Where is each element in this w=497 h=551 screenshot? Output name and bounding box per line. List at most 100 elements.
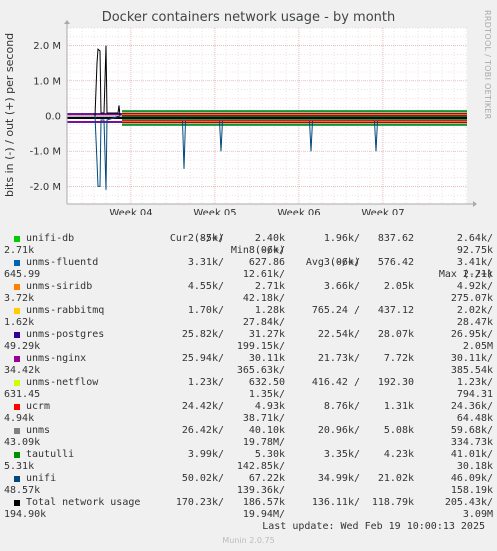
legend-swatch	[14, 428, 20, 434]
legend-min-in: 12.61k/	[242, 269, 285, 280]
legend-min-out: 2.40k	[254, 233, 285, 244]
legend-series-name: unifi-db	[26, 233, 75, 244]
legend-max-out: 41.01k/	[450, 449, 493, 460]
legend-series-name: unms-rabbitmq	[26, 305, 105, 316]
legend-min-in: 139.36k/	[236, 485, 285, 496]
legend-swatch	[14, 476, 20, 482]
legend-cur-out: 170.23k/	[175, 497, 224, 508]
legend-avg-in: 28.07k	[377, 329, 414, 340]
legend-series-name: unms	[26, 425, 51, 436]
legend-cur-out: 4.55k/	[187, 281, 224, 292]
legend-header: Cur (-/+) Min (-/+) Avg (-/+) Max (-/+)	[0, 221, 497, 280]
legend-row: unms-nginx 25.94k/30.11k 21.73k/7.72k 30.11…	[0, 353, 497, 365]
x-tick-label: Week 04	[109, 208, 152, 215]
legend-avg-out: 136.11k/	[311, 497, 360, 508]
legend-series-name: unifi	[26, 473, 57, 484]
legend-row-continued: 34.42k 365.63k/385.54k	[0, 365, 497, 377]
legend-cur-out: 3.99k/	[187, 449, 224, 460]
legend-avg-in: 437.12	[377, 305, 414, 316]
legend-avg-out: 3.35k/	[323, 449, 360, 460]
y-tick-label: 0.0	[45, 112, 61, 123]
legend-avg-out: 765.24 /	[311, 305, 360, 316]
legend-row-continued: 1.62k 27.84k/28.47k	[0, 317, 497, 329]
last-update: Last update: Wed Feb 19 10:00:13 2025	[262, 521, 485, 532]
legend-max-in: 28.47k	[456, 317, 493, 328]
legend-row: unifi-db 2.85k/2.40k 1.96k/837.62 2.64k/	[0, 233, 497, 245]
legend-avg-out: 22.54k/	[317, 329, 360, 340]
legend-avg-out: 21.73k/	[317, 353, 360, 364]
legend-cur-in: 49.29k	[4, 341, 41, 352]
legend-row-continued: 48.57k 139.36k/158.19k	[0, 485, 497, 497]
legend-avg-in: 4.23k	[383, 449, 414, 460]
legend-min-out: 40.10k	[248, 425, 285, 436]
legend-min-in: 19.94M/	[242, 509, 285, 520]
legend-swatch	[14, 260, 20, 266]
legend-swatch	[14, 380, 20, 386]
legend-cur-in: 48.57k	[4, 485, 41, 496]
y-tick-label: -1.0 M	[30, 147, 61, 158]
legend-series-name: Total network usage	[26, 497, 141, 508]
legend-swatch	[14, 404, 20, 410]
legend-avg-in: 7.72k	[383, 353, 414, 364]
legend-max-out: 2.02k/	[456, 305, 493, 316]
legend-row-continued: 3.72k 42.18k/275.07k	[0, 293, 497, 305]
legend-max-out: 30.11k/	[450, 353, 493, 364]
legend-avg-in: 576.42	[377, 257, 414, 268]
legend-max-in: 275.07k	[450, 293, 493, 304]
legend-row-continued: 194.90k 19.94M/3.09M	[0, 509, 497, 521]
legend-min-out: 627.86	[248, 257, 285, 268]
legend-row: unms-fluentd 3.31k/627.86 3.06k/576.42 3.41…	[0, 257, 497, 269]
x-tick-label: Week 05	[193, 208, 236, 215]
legend-max-out: 59.68k/	[450, 425, 493, 436]
legend-cur-out: 1.70k/	[187, 305, 224, 316]
y-tick-label: 2.0 M	[33, 41, 61, 52]
x-axis-arrow	[473, 201, 477, 207]
legend-row-continued: 5.31k 142.85k/30.18k	[0, 461, 497, 473]
legend-min-in: 8.06k/	[248, 245, 285, 256]
legend-table: Cur (-/+) Min (-/+) Avg (-/+) Max (-/+) …	[0, 221, 497, 521]
legend-min-out: 2.71k	[254, 281, 285, 292]
legend-series-name: unms-siridb	[26, 281, 93, 292]
legend-max-in: 2.05M	[462, 341, 493, 352]
legend-cur-in: 34.42k	[4, 365, 41, 376]
legend-avg-out: 416.42 /	[311, 377, 360, 388]
legend-min-in: 199.15k/	[236, 341, 285, 352]
legend-swatch	[14, 332, 20, 338]
legend-cur-in: 645.99	[4, 269, 41, 280]
legend-avg-out: 1.96k/	[323, 233, 360, 244]
legend-row: unms-siridb 4.55k/2.71k 3.66k/2.05k 4.92k/	[0, 281, 497, 293]
legend-row: unms 26.42k/40.10k 20.96k/5.08k 59.68k/	[0, 425, 497, 437]
legend-min-out: 186.57k	[242, 497, 285, 508]
legend-cur-out: 3.31k/	[187, 257, 224, 268]
legend-max-out: 26.95k/	[450, 329, 493, 340]
legend-avg-in: 1.31k	[383, 401, 414, 412]
legend-row-continued: 43.09k 19.78M/334.73k	[0, 437, 497, 449]
legend-row-continued: 631.45 1.35k/794.31	[0, 389, 497, 401]
x-tick-label: Week 06	[277, 208, 320, 215]
legend-swatch	[14, 356, 20, 362]
legend-cur-out: 2.85k/	[187, 233, 224, 244]
legend-series-name: ucrm	[26, 401, 51, 412]
legend-cur-out: 25.94k/	[181, 353, 224, 364]
legend-max-out: 2.64k/	[456, 233, 493, 244]
legend-cur-in: 1.62k	[4, 317, 35, 328]
legend-row: ucrm 24.42k/4.93k 8.76k/1.31k 24.36k/	[0, 401, 497, 413]
x-tick-label: Week 07	[361, 208, 404, 215]
legend-row-continued: 645.99 12.61k/2.21k	[0, 269, 497, 281]
y-tick-label: -2.0 M	[30, 182, 61, 193]
legend-min-out: 4.93k	[254, 401, 285, 412]
y-tick-label: 1.0 M	[33, 76, 61, 87]
legend-max-in: 334.73k	[450, 437, 493, 448]
legend-series-name: unms-nginx	[26, 353, 87, 364]
legend-row: unms-rabbitmq 1.70k/1.28k 765.24 / 437.12 2.…	[0, 305, 497, 317]
legend-max-out: 4.92k/	[456, 281, 493, 292]
chart-plot: 2.0 M 1.0 M 0.0 -1.0 M -2.0 M Week 04 Week 05 W…	[30, 20, 477, 215]
legend-min-in: 142.85k/	[236, 461, 285, 472]
legend-min-out: 5.30k	[254, 449, 285, 460]
legend-cur-out: 50.02k/	[181, 473, 224, 484]
legend-avg-out: 3.06k/	[323, 257, 360, 268]
legend-max-in: 2.21k	[462, 269, 493, 280]
legend-cur-in: 3.72k	[4, 293, 35, 304]
legend-min-in: 27.84k/	[242, 317, 285, 328]
legend-max-out: 24.36k/	[450, 401, 493, 412]
